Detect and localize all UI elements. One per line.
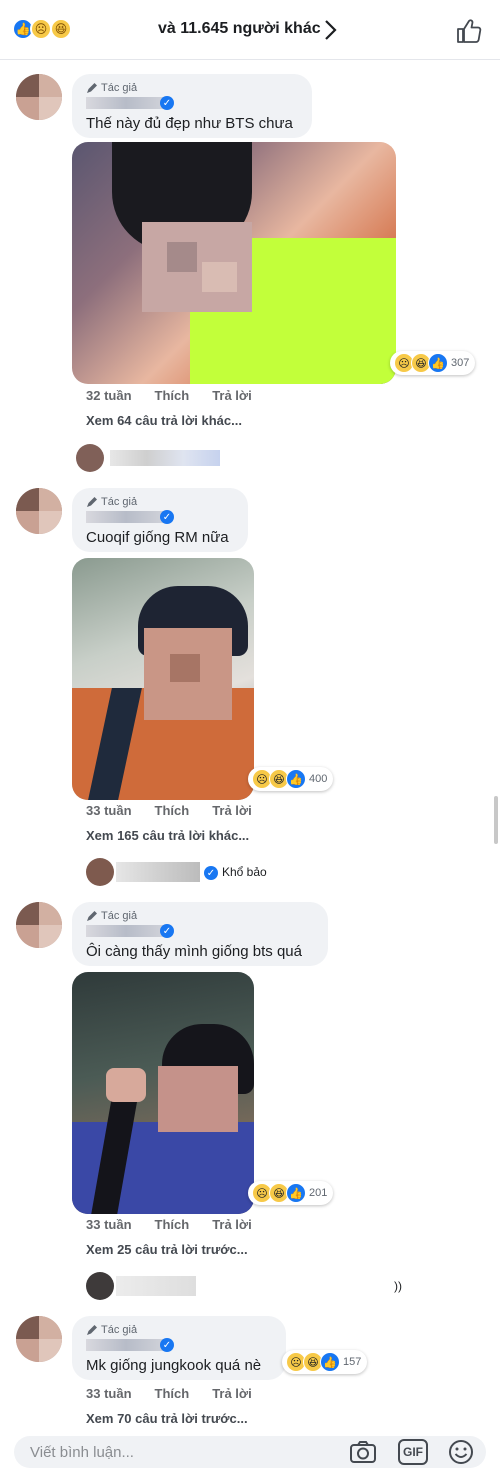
author-tag-label: Tác giả <box>101 1324 138 1336</box>
comment-text: Ôi càng thấy mình giống bts quá <box>86 943 302 960</box>
comment-photo[interactable] <box>72 972 254 1214</box>
reply-avatar[interactable] <box>86 858 114 886</box>
comment-bubble[interactable]: Tác giả ✓ Ôi càng thấy mình giống bts qu… <box>72 902 328 966</box>
like-link[interactable]: Thích <box>155 1217 190 1232</box>
like-link[interactable]: Thích <box>155 1386 190 1401</box>
comment-time: 33 tuần <box>86 1386 132 1401</box>
reply-avatar[interactable] <box>76 444 104 472</box>
like-thumb-icon[interactable] <box>454 16 484 46</box>
author-tag: Tác giả <box>86 82 137 94</box>
reply-preview[interactable]: ✓ Khổ bảo <box>86 858 346 890</box>
photo-reactions[interactable]: ☹ 😆 👍 201 <box>248 1181 334 1205</box>
reply-link[interactable]: Trả lời <box>212 803 252 818</box>
comment-actions: 33 tuần Thích Trả lời <box>86 1386 275 1401</box>
hand-area <box>106 1068 146 1102</box>
author-tag-label: Tác giả <box>101 910 138 922</box>
view-more-replies-link[interactable]: Xem 25 câu trả lời trước... <box>86 1242 248 1257</box>
view-more-replies-link[interactable]: Xem 165 câu trả lời khác... <box>86 828 249 843</box>
like-link[interactable]: Thích <box>155 388 190 403</box>
comment-photo[interactable] <box>72 142 396 384</box>
pencil-icon <box>87 1324 97 1335</box>
comment-composer[interactable]: Viết bình luận... GIF <box>14 1436 486 1468</box>
reaction-count: 157 <box>343 1356 362 1368</box>
comment-time: 33 tuần <box>86 1217 132 1232</box>
haha-reaction-icon: 😆 <box>50 18 72 40</box>
reply-link[interactable]: Trả lời <box>212 1386 252 1401</box>
comment-bubble[interactable]: Tác giả ✓ Cuoqif giống RM nữa <box>72 488 248 552</box>
like-link[interactable]: Thích <box>155 803 190 818</box>
comment-time: 33 tuần <box>86 803 132 818</box>
comment-bubble[interactable]: Tác giả ✓ Mk giống jungkook quá nè <box>72 1316 286 1380</box>
comment-bubble[interactable]: Tác giả ✓ Thế này đủ đẹp như BTS chưa <box>72 74 312 138</box>
reaction-count[interactable]: và 11.645 người khác <box>158 20 321 38</box>
chevron-right-icon[interactable] <box>318 16 342 44</box>
reply-name-redacted <box>110 450 220 466</box>
author-tag-label: Tác giả <box>101 82 138 94</box>
reaction-count: 201 <box>309 1187 328 1199</box>
photo-reactions[interactable]: ☹ 😆 👍 307 <box>390 351 476 375</box>
comment-text: Cuoqif giống RM nữa <box>86 529 229 546</box>
commenter-avatar[interactable] <box>16 1316 62 1362</box>
reaction-count: 400 <box>309 773 328 785</box>
author-tag: Tác giả <box>86 910 137 922</box>
gif-icon[interactable]: GIF <box>398 1439 428 1465</box>
verified-badge-icon: ✓ <box>160 1338 174 1352</box>
author-name-redacted[interactable] <box>86 925 166 937</box>
scrollbar-thumb[interactable] <box>494 796 498 844</box>
comment-text: Thế này đủ đẹp như BTS chưa <box>86 115 293 132</box>
pencil-icon <box>87 82 97 93</box>
view-more-replies-link[interactable]: Xem 64 câu trả lời khác... <box>86 413 242 428</box>
reply-preview[interactable] <box>76 444 236 476</box>
author-name-redacted[interactable] <box>86 97 166 109</box>
author-name-redacted[interactable] <box>86 511 166 523</box>
comment-photo[interactable] <box>72 558 254 800</box>
reaction-count: 307 <box>451 357 470 369</box>
pencil-icon <box>87 910 97 921</box>
reply-name-redacted <box>116 1276 196 1296</box>
reply-avatar[interactable] <box>86 1272 114 1300</box>
reply-name-redacted <box>116 862 200 882</box>
like-reaction-icon: 👍 <box>286 1183 306 1203</box>
comment-input[interactable]: Viết bình luận... <box>30 1444 134 1461</box>
author-tag: Tác giả <box>86 1324 137 1336</box>
verified-badge-icon: ✓ <box>204 866 218 880</box>
like-reaction-icon: 👍 <box>320 1352 340 1372</box>
comment-reactions[interactable]: ☹ 😆 👍 157 <box>282 1350 368 1374</box>
comment-text: Mk giống jungkook quá nè <box>86 1357 262 1374</box>
author-tag-label: Tác giả <box>101 496 138 508</box>
comment-time: 32 tuần <box>86 388 132 403</box>
reply-preview[interactable]: )) <box>86 1272 416 1304</box>
pencil-icon <box>87 496 97 507</box>
reply-text: )) <box>394 1279 402 1293</box>
comment-actions: 33 tuần Thích Trả lời <box>86 1217 275 1232</box>
reactions-header[interactable]: 👍 ☹ 😆 và 11.645 người khác <box>0 0 500 60</box>
commenter-avatar[interactable] <box>16 74 62 120</box>
sad-reaction-icon: ☹ <box>30 18 52 40</box>
blurred-face <box>158 1066 238 1132</box>
verified-badge-icon: ✓ <box>160 510 174 524</box>
commenter-avatar[interactable] <box>16 902 62 948</box>
commenter-avatar[interactable] <box>16 488 62 534</box>
comment-actions: 32 tuần Thích Trả lời <box>86 388 275 403</box>
like-reaction-icon: 👍 <box>286 769 306 789</box>
author-tag: Tác giả <box>86 496 137 508</box>
camera-icon[interactable] <box>348 1438 378 1466</box>
view-more-replies-link[interactable]: Xem 70 câu trả lời trước... <box>86 1411 248 1426</box>
reply-link[interactable]: Trả lời <box>212 1217 252 1232</box>
emoji-icon[interactable] <box>446 1438 476 1466</box>
verified-badge-icon: ✓ <box>160 96 174 110</box>
verified-badge-icon: ✓ <box>160 924 174 938</box>
comment-actions: 33 tuần Thích Trả lời <box>86 803 275 818</box>
author-name-redacted[interactable] <box>86 1339 166 1351</box>
photo-reactions[interactable]: ☹ 😆 👍 400 <box>248 767 334 791</box>
like-reaction-icon: 👍 <box>428 353 448 373</box>
reply-name: Khổ bảo <box>222 865 267 879</box>
reply-link[interactable]: Trả lời <box>212 388 252 403</box>
